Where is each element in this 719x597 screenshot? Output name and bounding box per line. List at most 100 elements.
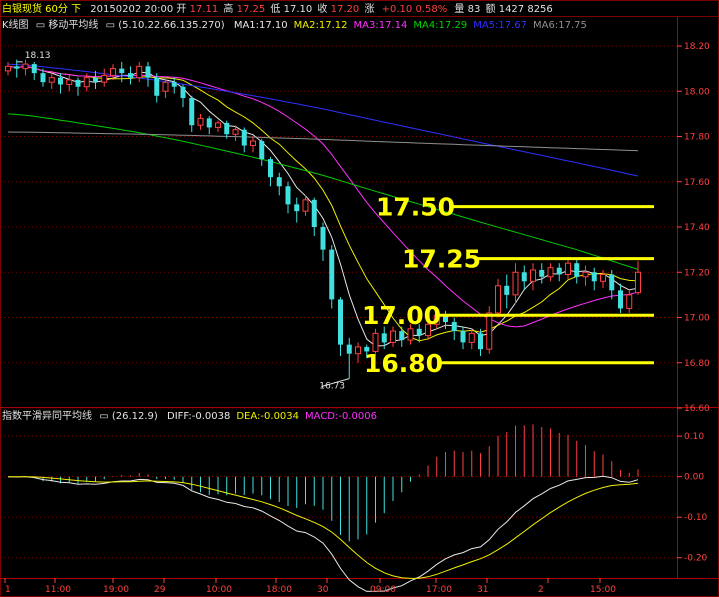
candle-body [556,267,562,275]
ma-line-3 [7,65,639,328]
macd-tick-label: 0.00 [684,473,704,483]
macd-legend: 指数平滑异同平均线 ▭ (26.12.9) DIFF:-0.0038 DEA:-0… [2,409,377,422]
ma-item-label: MA5: [473,20,498,31]
candle-body [128,73,133,78]
open-label: 开 [176,4,186,15]
candle-body [232,129,239,135]
ma-item-label: MA3: [354,20,379,31]
price-axis: 18.20 18.00 17.80 17.60 17.40 17.20 17.00 16.80… [677,42,710,414]
amount-value: 1427 8256 [499,4,553,15]
ma-indicator-name[interactable]: 移动平均线 [48,18,98,31]
close-value: 17.20 [331,4,360,15]
ma-item-value: 17.67 [498,20,527,31]
time-tick-label: 10:00 [206,585,232,595]
time-tick-label: 1 [5,585,11,595]
ma-item-label: MA6: [533,20,558,31]
time-tick-label: 30 [317,585,329,595]
ma-dropdown-icon[interactable]: ▭ [36,20,45,31]
high-label: 高 [223,2,233,15]
candle-body [215,122,221,128]
time-tick-label: 18:00 [266,585,292,595]
candle-body [311,199,317,227]
candle-body [154,77,160,96]
candle-body [521,272,527,282]
volume-label: 量 [454,3,464,15]
ma-item-value: 17.14 [379,20,408,31]
candle-body [110,68,116,76]
candle-body [101,74,108,83]
ma-params: (5.10.22.66.135.270) [118,20,225,31]
level-label: 17.50 [376,193,455,222]
level-label: 16.80 [364,349,443,378]
price-tick-label: 18.20 [684,42,710,52]
candle-body [618,290,623,309]
candle-body [399,331,405,341]
candle-body [171,82,177,87]
candle-body [381,333,387,343]
candle-body [512,271,519,296]
candle-body [5,65,11,72]
time-tick-label: 17:00 [426,585,452,595]
kline-label: K线图 [2,18,29,31]
candle-body [338,299,343,345]
candle-body [582,271,589,278]
candle-body [93,77,98,83]
time-tick-label: 29 [154,585,166,595]
candle-body [495,285,501,314]
ma-item-label: MA2: [294,20,319,31]
candle-body [547,267,554,278]
macd-item-label: DEA: [236,411,260,422]
macd-tick-label: 0.10 [684,432,704,442]
ma-item-value: 17.10 [259,20,288,31]
volume-value: 83 [468,4,481,15]
moving-average-lines [7,63,639,347]
ma-line-6 [7,131,639,152]
price-tick-label: 17.60 [684,178,710,188]
candle-body [320,227,326,250]
candle-body [66,79,73,85]
candle-body [355,346,361,355]
candle-body [75,79,81,87]
ma-settings-icon[interactable]: ▭ [106,20,115,31]
price-tick-label: 17.20 [684,268,710,278]
candle-body [268,159,273,178]
candle-body [14,66,20,69]
candle-body [626,294,633,309]
symbol-label: 白银现货 60分 下 [2,2,81,15]
candle-body [40,73,46,83]
candle-body [48,77,55,83]
price-grid [0,45,677,409]
macd-indicator-name[interactable]: 指数平滑异同平均线 [2,409,92,422]
candle-body [504,285,510,295]
candle-body [539,269,545,277]
candle-body [635,271,641,294]
time-tick-label: 2 [538,585,544,595]
price-tick-label: 17.80 [684,133,710,143]
chart-frame [0,0,719,597]
level-label: 17.00 [362,301,441,330]
chart-canvas: 白银现货 60分 下 20150202 20:00 开 17.11 高 17.2… [0,0,719,597]
price-tick-label: 16.60 [684,404,710,414]
time-tick-label: 09:00 [370,585,396,595]
ma-line-2 [7,65,639,342]
change-value: +0.10 0.58% [382,4,448,15]
open-value: 17.11 [190,4,219,15]
chart-window: 白银现货 60分 下 20150202 20:00 开 17.11 高 17.2… [0,0,719,597]
level-label: 17.25 [402,245,481,274]
macd-item-value: -0.0038 [192,411,231,422]
candle-body [241,129,247,146]
candle-body [180,86,186,99]
candle-body [83,77,90,88]
price-tick-label: 18.00 [684,87,710,97]
macd-tick-label: -0.10 [684,513,708,523]
candle-body [302,199,309,212]
candle-body [600,274,606,282]
ma-item-value: 17.12 [319,20,348,31]
time-tick-label: 15:00 [590,585,616,595]
macd-item-value: -0.0034 [260,411,299,422]
macd-settings-icon[interactable]: ▭ [99,411,108,422]
candle-body [197,117,204,126]
candle-body [22,63,29,70]
macd-tick-label: -0.20 [684,554,708,564]
candle-body [451,322,457,332]
